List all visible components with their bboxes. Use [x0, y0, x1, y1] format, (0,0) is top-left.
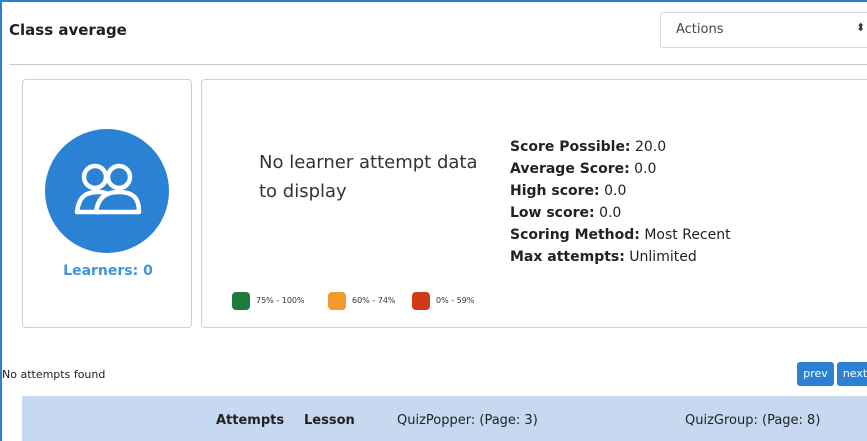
stat-label: Max attempts:: [510, 249, 625, 265]
stat-max-attempts: Max attempts: Unlimited: [510, 246, 731, 268]
legend-swatch-high: [232, 292, 250, 310]
stat-value: 0.0: [599, 205, 622, 221]
legend-label-high: 75% - 100%: [256, 296, 305, 305]
stat-value: Unlimited: [629, 249, 697, 265]
stat-label: Average Score:: [510, 161, 630, 177]
legend-label-mid: 60% - 74%: [352, 296, 396, 305]
score-stats: Score Possible: 20.0 Average Score: 0.0 …: [510, 136, 731, 268]
stat-label: Scoring Method:: [510, 227, 640, 243]
actions-dropdown[interactable]: Actions ⬍: [660, 12, 867, 48]
column-header-quizpopper[interactable]: QuizPopper: (Page: 3): [397, 413, 538, 428]
next-button[interactable]: next: [837, 362, 867, 386]
legend-swatch-low: [412, 292, 430, 310]
stat-scoring-method: Scoring Method: Most Recent: [510, 224, 731, 246]
actions-dropdown-value: Actions: [676, 22, 724, 37]
window-top-border: [0, 0, 867, 2]
score-summary-card: No learner attempt data to display 75% -…: [201, 79, 867, 328]
stat-value: 0.0: [604, 183, 627, 199]
page-title: Class average: [9, 21, 127, 39]
stat-label: Score Possible:: [510, 139, 631, 155]
users-icon-circle: [45, 129, 169, 253]
stat-label: High score:: [510, 183, 600, 199]
stat-label: Low score:: [510, 205, 595, 221]
column-header-lesson[interactable]: Lesson: [304, 413, 355, 428]
column-header-attempts[interactable]: Attempts: [216, 413, 284, 428]
legend-label-low: 0% - 59%: [436, 296, 475, 305]
users-icon: [74, 163, 142, 215]
stat-average-score: Average Score: 0.0: [510, 158, 731, 180]
stat-score-possible: Score Possible: 20.0: [510, 136, 731, 158]
learners-count: Learners: 0: [63, 263, 153, 279]
no-data-message: No learner attempt data to display: [259, 152, 478, 202]
stat-value: 0.0: [634, 161, 657, 177]
no-attempts-message: No attempts found: [2, 368, 106, 381]
stat-low-score: Low score: 0.0: [510, 202, 731, 224]
dropdown-caret-icon: ⬍: [856, 21, 866, 34]
stat-high-score: High score: 0.0: [510, 180, 731, 202]
stat-value: Most Recent: [644, 227, 731, 243]
legend-swatch-mid: [328, 292, 346, 310]
stat-value: 20.0: [634, 139, 667, 155]
column-header-quizgroup[interactable]: QuizGroup: (Page: 8): [685, 413, 820, 428]
attempts-table-header: Attempts Lesson QuizPopper: (Page: 3) Qu…: [22, 396, 867, 441]
prev-button[interactable]: prev: [797, 362, 834, 386]
learners-card: Learners: 0: [22, 79, 192, 328]
header-divider: [9, 64, 867, 65]
